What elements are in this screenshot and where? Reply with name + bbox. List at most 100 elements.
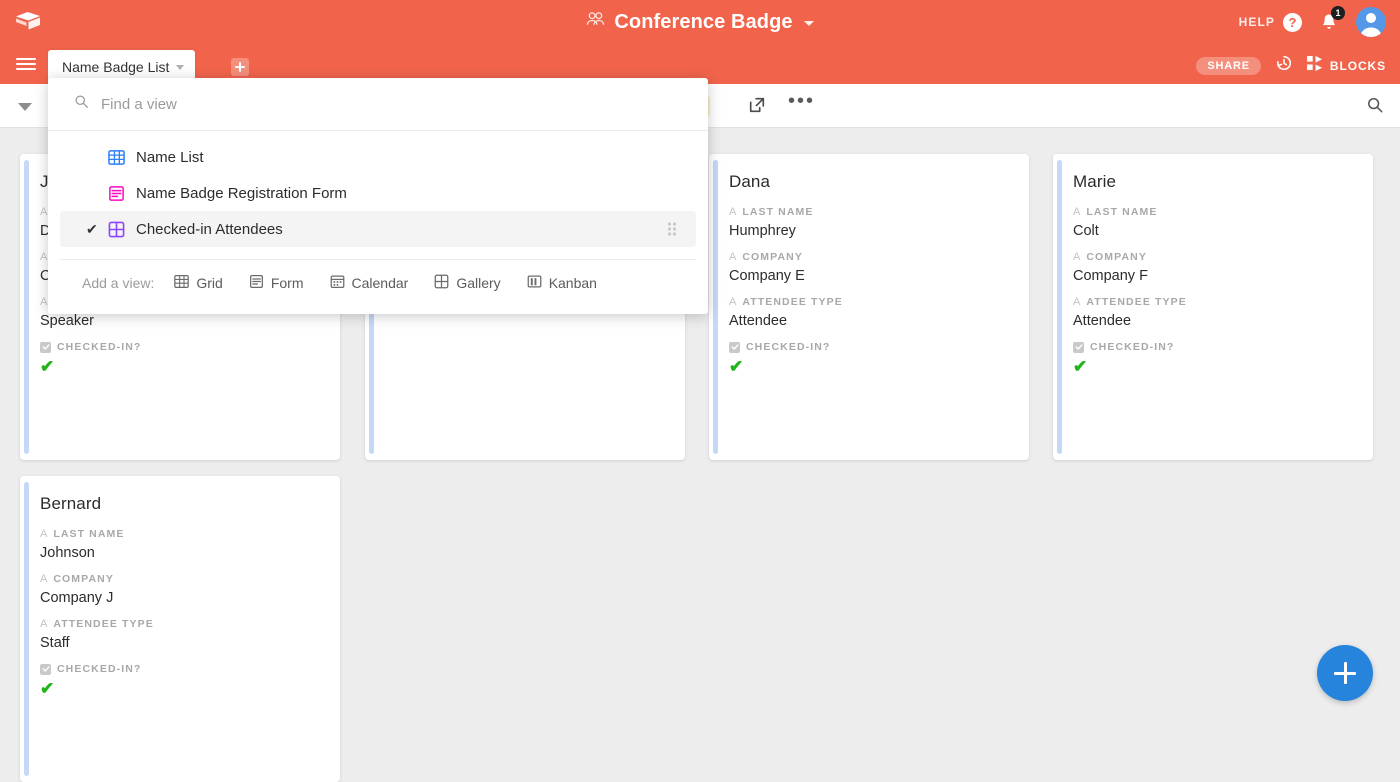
drag-handle-icon[interactable]	[668, 222, 676, 236]
gallery-view-icon	[434, 274, 449, 292]
field-company: A COMPANY Company J	[40, 573, 320, 606]
avatar[interactable]	[1356, 7, 1386, 37]
blocks-button[interactable]: BLOCKS	[1306, 55, 1386, 76]
checked-in-mark: ✔	[40, 357, 55, 376]
add-view-row: Add a view: Grid Form Calendar Gallery K…	[48, 260, 708, 308]
field-attendee-type: A ATTENDEE TYPE Attendee	[1073, 296, 1353, 329]
text-field-A-icon: A	[40, 573, 48, 585]
chevron-down-icon[interactable]	[176, 64, 185, 70]
field-value: Attendee	[1073, 313, 1132, 329]
blocks-label: BLOCKS	[1329, 58, 1386, 73]
text-field-A-icon: A	[1073, 251, 1081, 263]
field-value: Johnson	[40, 545, 95, 561]
question-circle-icon[interactable]: ?	[1283, 12, 1302, 32]
field-label-text: CHECKED-IN?	[1090, 341, 1175, 353]
hamburger-menu-icon[interactable]	[16, 54, 36, 74]
text-field-A-icon: A	[40, 251, 48, 263]
field-label-text: LAST NAME	[742, 206, 814, 218]
find-view-placeholder: Find a view	[101, 95, 177, 113]
text-field-A-icon: A	[729, 296, 737, 308]
field-label-text: COMPANY	[1086, 251, 1147, 263]
checkbox-field-icon	[40, 663, 51, 675]
chevron-down-icon[interactable]	[803, 21, 814, 26]
field-label-text: LAST NAME	[53, 528, 125, 540]
field-last-name: A LAST NAME Colt	[1073, 206, 1353, 239]
view-list-item-name-list[interactable]: Name List	[60, 139, 696, 175]
gallery-view-icon	[108, 221, 136, 238]
field-label-text: ATTENDEE TYPE	[1086, 296, 1187, 308]
help-button[interactable]: HELP ?	[1239, 12, 1302, 32]
add-view-grid[interactable]: Grid	[174, 274, 223, 292]
card-title: Dana	[729, 172, 771, 191]
form-view-icon	[108, 185, 136, 202]
field-value: Colt	[1073, 223, 1099, 239]
field-value: Speaker	[40, 313, 95, 329]
ellipsis-icon[interactable]: •••	[788, 91, 815, 111]
history-clock-icon[interactable]	[1275, 54, 1293, 77]
view-switcher-panel: Find a view Name List Name Badge Registr…	[48, 78, 708, 314]
find-view-search[interactable]: Find a view	[48, 78, 708, 131]
add-view-kanban-label: Kanban	[548, 275, 597, 291]
checkmark-icon: ✔	[86, 220, 98, 237]
card-title: Bernard	[40, 494, 102, 513]
field-last-name: A LAST NAME Humphrey	[729, 206, 1009, 239]
field-label-text: ATTENDEE TYPE	[742, 296, 843, 308]
form-view-icon	[249, 274, 264, 292]
people-group-icon	[586, 10, 605, 34]
text-field-A-icon: A	[40, 528, 48, 540]
field-checked-in: CHECKED-IN? ✔	[40, 663, 320, 697]
checkbox-field-icon	[729, 341, 740, 353]
add-view-label: Add a view:	[82, 275, 155, 291]
field-value: Humphrey	[729, 223, 796, 239]
view-list-item-checked-in-attendees[interactable]: ✔ Checked-in Attendees	[60, 211, 696, 247]
field-company: A COMPANY Company E	[729, 251, 1009, 284]
text-field-A-icon: A	[40, 618, 48, 630]
field-value: Attendee	[729, 313, 788, 329]
field-label-text: COMPANY	[742, 251, 803, 263]
share-button[interactable]: SHARE	[1196, 56, 1261, 75]
filter-caret-icon[interactable]	[18, 103, 32, 111]
kanban-view-icon	[527, 274, 542, 292]
checked-in-mark: ✔	[40, 679, 55, 698]
checked-in-mark: ✔	[1073, 357, 1088, 376]
notifications-button[interactable]: 1	[1318, 6, 1345, 33]
add-view-gallery-label: Gallery	[456, 275, 501, 291]
add-view-calendar[interactable]: Calendar	[330, 274, 409, 292]
external-link-icon[interactable]	[748, 96, 766, 119]
grid-view-icon	[174, 274, 190, 292]
add-record-button[interactable]	[1317, 645, 1373, 701]
grid-view-icon	[108, 149, 136, 166]
field-label-text: CHECKED-IN?	[746, 341, 831, 353]
field-attendee-type: A ATTENDEE TYPE Staff	[40, 618, 320, 651]
view-list-item-label: Checked-in Attendees	[136, 220, 283, 238]
field-label-text: ATTENDEE TYPE	[53, 618, 154, 630]
top-bar: Conference Badge HELP ? 1	[0, 0, 1400, 44]
add-view-gallery[interactable]: Gallery	[434, 274, 501, 292]
field-value: Company E	[729, 268, 805, 284]
tabbar-right-controls: SHARE BLOCKS	[1196, 54, 1386, 77]
gallery-card[interactable]: Bernard A LAST NAME Johnson A COMPANY Comp…	[20, 476, 340, 782]
field-label-text: CHECKED-IN?	[57, 663, 142, 675]
view-list-item-name-badge-registration-form[interactable]: Name Badge Registration Form	[60, 175, 696, 211]
view-list-item-label: Name List	[136, 148, 204, 166]
add-view-calendar-label: Calendar	[351, 275, 409, 291]
text-field-A-icon: A	[729, 206, 737, 218]
field-label-text: COMPANY	[53, 573, 114, 585]
gallery-card[interactable]: Marie A LAST NAME Colt A COMPANY Company F…	[1053, 154, 1373, 460]
add-view-kanban[interactable]: Kanban	[527, 274, 597, 292]
page-title[interactable]: Conference Badge	[614, 11, 792, 34]
notification-count-badge: 1	[1331, 6, 1345, 20]
airtable-cube-icon[interactable]	[11, 7, 45, 37]
add-table-button[interactable]	[231, 58, 249, 76]
field-label-text: CHECKED-IN?	[57, 341, 142, 353]
field-checked-in: CHECKED-IN? ✔	[1073, 341, 1353, 375]
text-field-A-icon: A	[729, 251, 737, 263]
field-checked-in: CHECKED-IN? ✔	[40, 341, 320, 375]
field-last-name: A LAST NAME Johnson	[40, 528, 320, 561]
view-list: Name List Name Badge Registration Form ✔…	[48, 131, 708, 253]
search-icon[interactable]	[1366, 96, 1384, 119]
add-view-form[interactable]: Form	[249, 274, 304, 292]
add-view-grid-label: Grid	[196, 275, 223, 291]
blocks-icon	[1306, 55, 1324, 76]
gallery-card[interactable]: Dana A LAST NAME Humphrey A COMPANY Compan…	[709, 154, 1029, 460]
